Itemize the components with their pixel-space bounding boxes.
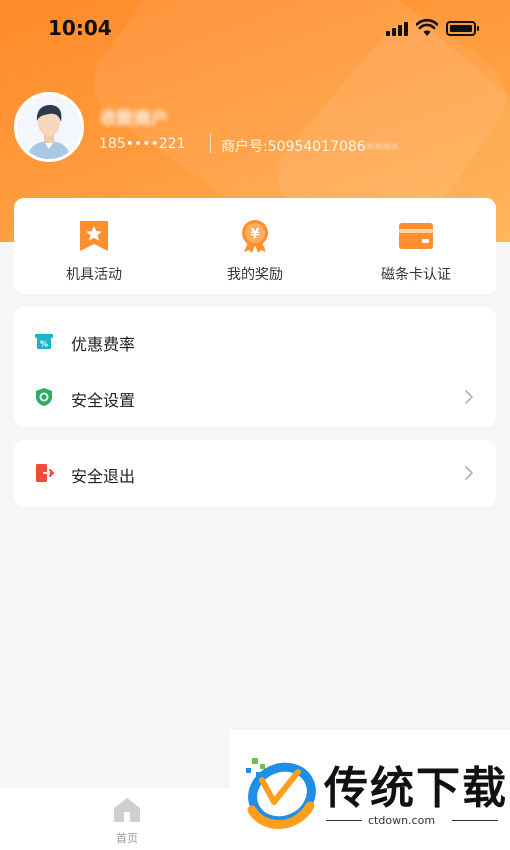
wifi-icon — [416, 19, 438, 36]
user-avatar-icon — [17, 95, 81, 159]
avatar[interactable] — [14, 92, 84, 162]
merchant-suffix: •••• — [365, 139, 399, 155]
watermark-logo-icon — [246, 758, 316, 829]
tab-home-label: 首页 — [116, 832, 138, 845]
logout-door-icon — [36, 464, 54, 482]
reward-medal-icon: ¥ — [242, 220, 268, 253]
tab-home[interactable]: 首页 — [103, 796, 151, 846]
ribbon-star-icon — [80, 221, 108, 251]
menu-item-security-settings[interactable]: 安全设置 — [14, 369, 496, 425]
discount-rate-icon: % — [35, 334, 53, 349]
quick-actions-card: 机具活动 ¥ 我的奖励 磁条卡认证 — [14, 198, 496, 294]
watermark-url: ctdown.com — [368, 814, 436, 827]
shield-icon — [36, 388, 52, 406]
settings-menu-card: % 优惠费率 安全设置 — [14, 307, 496, 427]
logout-label: 安全退出 — [71, 467, 136, 486]
watermark: 传统下载 ctdown.com — [230, 730, 510, 850]
quick-action-activity[interactable]: 机具活动 — [14, 198, 174, 294]
svg-text:%: % — [40, 340, 48, 349]
menu-item-label: 安全设置 — [71, 391, 136, 410]
logout-card: 安全退出 — [14, 440, 496, 507]
chevron-right-icon — [465, 390, 473, 404]
svg-text:¥: ¥ — [250, 227, 259, 242]
quick-action-card-verify[interactable]: 磁条卡认证 — [336, 198, 496, 294]
merchant-number: 商户号:50954017086•••• — [221, 136, 399, 156]
watermark-rule — [326, 820, 362, 821]
battery-icon — [446, 21, 479, 36]
user-phone: 185••••221 — [99, 136, 186, 152]
quick-action-rewards[interactable]: ¥ 我的奖励 — [175, 198, 335, 294]
quick-action-label: 我的奖励 — [227, 267, 283, 283]
divider — [210, 133, 211, 153]
watermark-rule — [452, 820, 498, 821]
signal-icon — [386, 22, 410, 36]
status-bar: 10:04 — [0, 0, 510, 58]
quick-action-label: 机具活动 — [66, 267, 122, 283]
home-icon — [114, 798, 140, 822]
quick-action-label: 磁条卡认证 — [381, 267, 451, 283]
chevron-right-icon — [465, 466, 473, 480]
status-time: 10:04 — [48, 16, 112, 40]
menu-item-label: 优惠费率 — [71, 335, 136, 354]
merchant-no: 50954017086 — [267, 139, 366, 155]
merchant-prefix: 商户号: — [221, 139, 268, 155]
watermark-title: 传统下载 — [324, 763, 508, 814]
logout-button[interactable]: 安全退出 — [14, 445, 496, 501]
user-name: 收款商户 — [100, 109, 168, 129]
card-icon — [399, 223, 433, 249]
menu-item-discount-rate[interactable]: % 优惠费率 — [14, 313, 496, 369]
